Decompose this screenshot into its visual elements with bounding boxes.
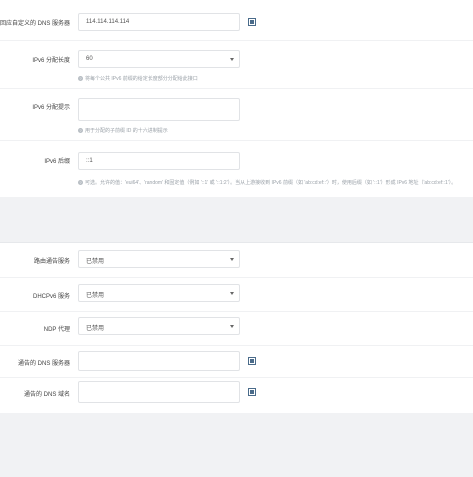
dhcpv6-service-select[interactable]: 已禁用 [78, 284, 240, 302]
ipv6-suffix-value: ::1 [86, 158, 93, 164]
dhcpv6-service-value: 已禁用 [86, 293, 105, 299]
ndp-proxy-value: 已禁用 [86, 326, 105, 332]
ipv6-suffix-hint: ? 可选。允许的值：'eui64'、'random' 和固定值（例如 '::1' … [78, 180, 457, 186]
dhcpv6-service-label: DHCPv6 服务 [32, 294, 70, 300]
ipv6-assign-hint-label: IPv6 分配提示 [32, 105, 70, 111]
row-ndp-proxy: NDP 代理 已禁用 [0, 311, 473, 346]
chevron-down-icon [230, 258, 234, 261]
ipv6-settings-panel: 回应自定义的 DNS 服务器 114.114.114.114 IPv6 分配长度… [0, 0, 473, 197]
ra-service-select[interactable]: 已禁用 [78, 250, 240, 268]
row-ipv6-assign-hint: IPv6 分配提示 ? 用于分配的子前缀 ID 的十六进制提示 [0, 88, 473, 141]
ra-dns-domains-input[interactable] [78, 381, 240, 403]
question-icon: ? [78, 180, 83, 186]
ipv6-suffix-label: IPv6 后缀 [44, 159, 70, 165]
custom-dns-label: 回应自定义的 DNS 服务器 [0, 21, 70, 27]
chevron-down-icon [230, 325, 234, 328]
question-icon: ? [78, 128, 83, 134]
ipv6-assign-length-select[interactable]: 60 [78, 50, 240, 68]
add-list-icon[interactable] [248, 18, 256, 26]
row-custom-dns: 回应自定义的 DNS 服务器 114.114.114.114 [0, 0, 473, 40]
ra-dns-servers-label: 通告的 DNS 服务器 [17, 361, 70, 367]
ipv6-assign-length-value: 60 [86, 56, 93, 62]
chevron-down-icon [230, 292, 234, 295]
ra-dns-domains-label: 通告的 DNS 域名 [23, 392, 70, 398]
ra-service-label: 路由通告服务 [33, 259, 70, 265]
row-ra-service: 路由通告服务 已禁用 [0, 243, 473, 277]
add-list-icon[interactable] [248, 357, 256, 365]
ndp-proxy-select[interactable]: 已禁用 [78, 317, 240, 335]
row-dhcpv6-service: DHCPv6 服务 已禁用 [0, 277, 473, 312]
custom-dns-value: 114.114.114.114 [86, 19, 130, 25]
ipv6-suffix-input[interactable]: ::1 [78, 152, 240, 170]
row-ipv6-assign-length: IPv6 分配长度 60 ? 将每个公共 IPv6 前缀的给定长度部分分配给此接口 [0, 40, 473, 89]
router-advertisement-panel: 路由通告服务 已禁用 DHCPv6 服务 已禁用 NDP 代理 已禁用 通告的 … [0, 242, 473, 413]
custom-dns-input[interactable]: 114.114.114.114 [78, 13, 240, 31]
ipv6-assign-length-hint: ? 将每个公共 IPv6 前缀的给定长度部分分配给此接口 [78, 76, 198, 82]
ra-dns-servers-input[interactable] [78, 351, 240, 371]
ra-service-value: 已禁用 [86, 259, 105, 265]
ipv6-assign-length-label: IPv6 分配长度 [32, 58, 70, 64]
ndp-proxy-label: NDP 代理 [43, 327, 70, 333]
row-ipv6-suffix: IPv6 后缀 ::1 ? 可选。允许的值：'eui64'、'random' 和固… [0, 140, 473, 198]
ipv6-assign-hint-input[interactable] [78, 98, 240, 121]
row-ra-dns-servers: 通告的 DNS 服务器 [0, 345, 473, 378]
chevron-down-icon [230, 58, 234, 61]
ipv6-assign-hint-hint: ? 用于分配的子前缀 ID 的十六进制提示 [78, 128, 168, 134]
row-ra-dns-domains: 通告的 DNS 域名 [0, 377, 473, 414]
question-icon: ? [78, 76, 83, 82]
add-list-icon[interactable] [248, 388, 256, 396]
